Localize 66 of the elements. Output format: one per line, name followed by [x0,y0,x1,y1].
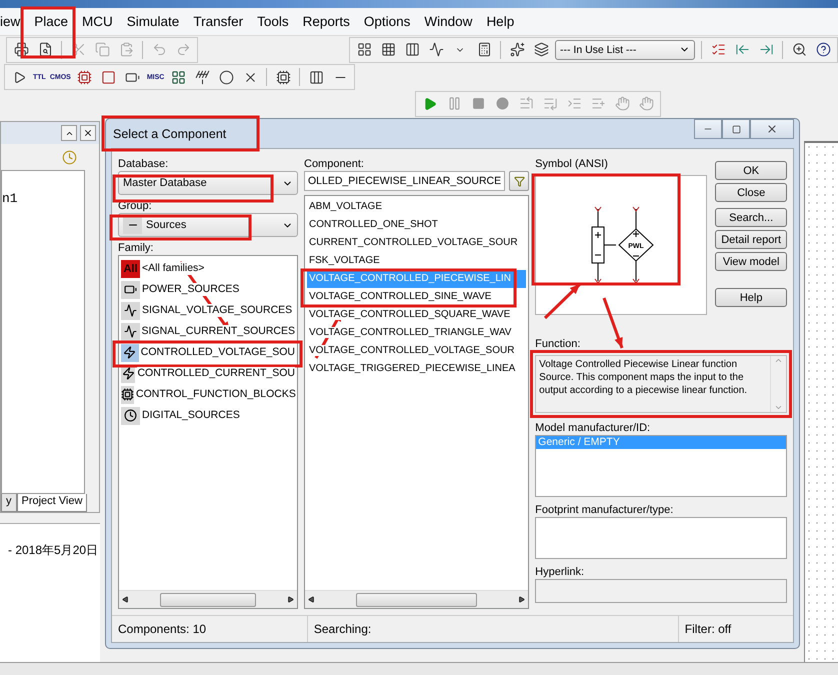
horizontal-scrollbar[interactable] [305,590,528,608]
menu-item[interactable]: Simulate [120,14,188,29]
tree-item[interactable]: n1 [2,191,18,206]
filter-icon [514,176,525,186]
close-icon [766,123,778,135]
symbol-label: Symbol (ANSI) [535,157,608,171]
menu-item[interactable]: Transfer [187,14,252,29]
menu-item[interactable]: iew [0,14,28,29]
menu-item[interactable]: Window [418,14,480,29]
annotation-box [20,6,76,58]
all-badge: All [121,260,140,278]
menu-item[interactable]: Place [28,14,76,29]
field-label: Function: [535,337,580,351]
status-text: Components: 10 [112,616,308,642]
scroll-left-icon [122,596,129,603]
log-line: - 2018年5月20日 [8,543,98,557]
menu-item[interactable]: Reports [296,14,358,29]
family-item[interactable]: <All families> [142,262,204,275]
scroll-up-button[interactable] [61,125,77,141]
field-label: Footprint manufacturer/type: [535,503,674,517]
family-item[interactable]: SIGNAL_CURRENT_SOURCES [142,325,295,338]
status-text: Searching: [308,616,679,642]
scroll-right-icon [287,596,294,603]
family-item[interactable]: SIGNAL_VOLTAGE_SOURCES [142,304,292,317]
close-button[interactable] [750,119,794,139]
menu-item[interactable]: Help [480,14,522,29]
scrollbar-thumb[interactable] [160,592,256,606]
family-item[interactable]: CONTROLLED_VOLTAGE_SOU [140,346,295,359]
dialog-title: Select a Component [112,126,226,140]
menu-item[interactable]: Tools [251,14,297,29]
scroll-right-icon [518,596,526,603]
annotation-arrow [602,298,624,348]
filter-button[interactable] [509,171,530,191]
dialog-button[interactable]: Search... [715,208,788,227]
family-item[interactable]: DIGITAL_SOURCES [142,409,240,422]
component-field[interactable]: OLLED_PIECEWISE_LINEAR_SOURCE [304,171,506,191]
scroll-up-icon [774,356,784,365]
field-label: Database: [118,157,168,171]
scroll-left-icon [308,596,315,603]
field-label: Family: [118,241,154,255]
dialog-button[interactable]: Close [715,183,788,202]
field-label: Component: [304,157,364,171]
menu-item[interactable]: MCU [76,14,121,29]
dialog-button[interactable]: Detail report [715,230,788,249]
dialog-button[interactable]: Help [715,288,788,307]
close-icon [83,128,93,138]
menu-item[interactable]: Options [358,14,418,29]
maximize-button[interactable] [722,119,750,139]
family-item[interactable]: CONTROL_FUNCTION_BLOCKS [136,388,296,401]
panel-tab[interactable]: y [1,494,16,512]
field-label: Hyperlink: [535,565,584,579]
dialog-button[interactable]: OK [715,161,788,180]
dialog-button[interactable]: View model [715,252,788,271]
family-item[interactable]: POWER_SOURCES [142,283,240,296]
scrollbar-thumb[interactable] [356,592,478,606]
in-use-list-dropdown[interactable]: --- In Use List --- [555,40,695,60]
scroll-down-icon [774,403,784,412]
family-item[interactable]: CONTROLLED_CURRENT_SOU [137,367,295,380]
field-label: Model manufacturer/ID: [535,421,650,435]
function-text: Voltage Controlled Piecewise Linear function Source. This component maps the input to the output according to a piecewise linear function. [538,358,748,398]
panel-tab[interactable]: Project View [16,494,88,512]
maximize-icon [732,124,740,134]
horizontal-scrollbar[interactable] [119,590,297,608]
status-text: Filter: off [684,621,732,638]
close-button[interactable] [80,125,96,141]
annotation-arrow [544,282,582,320]
